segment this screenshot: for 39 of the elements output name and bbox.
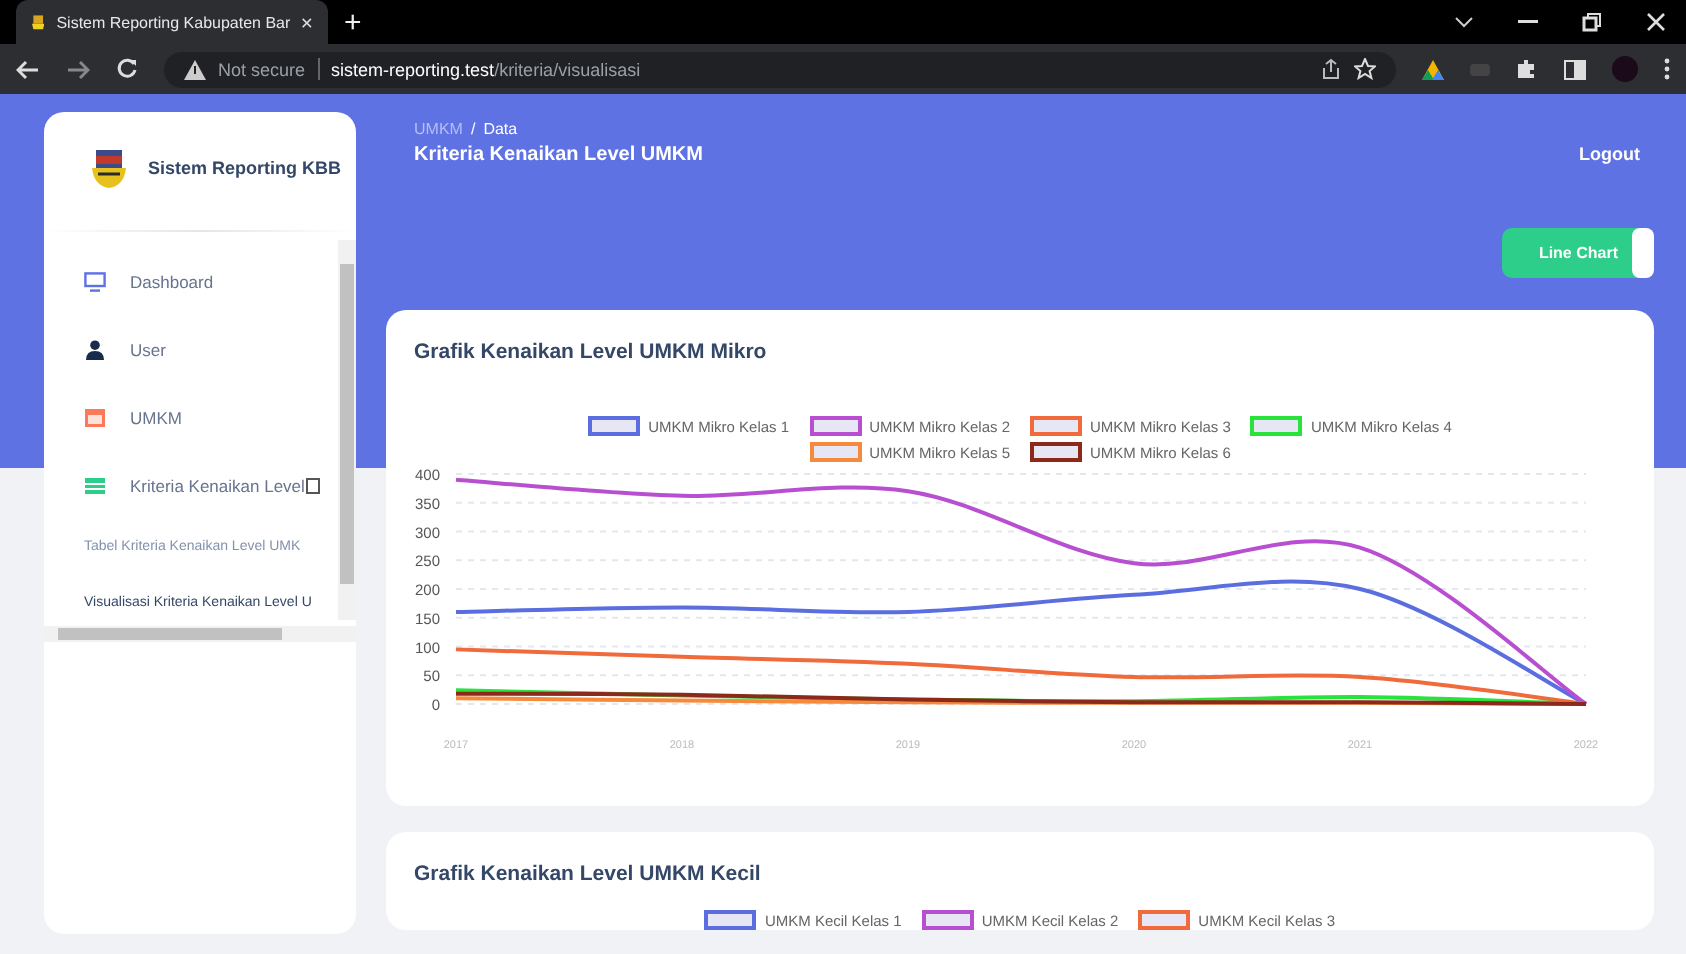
emblem-icon (32, 11, 45, 33)
more-icon[interactable] (1664, 58, 1670, 80)
breadcrumb-separator: / (470, 120, 476, 138)
table-icon (84, 476, 106, 496)
vertical-scrollbar[interactable] (338, 240, 356, 620)
nav-item[interactable]: UMKM (44, 384, 338, 452)
address-field[interactable]: Not secure sistem-reporting.test/kriteria/visualisasi (164, 51, 1396, 87)
nav-item[interactable]: Kriteria Kenaikan Level (44, 452, 338, 520)
emblem-icon (92, 149, 126, 187)
tab-title: Sistem Reporting Kabupaten Bar (56, 13, 291, 31)
calendar-icon (84, 408, 106, 428)
security-label: Not secure (218, 59, 306, 79)
restore-icon[interactable] (1582, 12, 1602, 32)
new-tab-button[interactable]: + (344, 5, 362, 39)
browser-tab[interactable]: Sistem Reporting Kabupaten Bar (16, 0, 328, 44)
close-icon[interactable] (302, 15, 312, 29)
nav-item[interactable]: User (44, 316, 338, 384)
share-icon[interactable] (1320, 58, 1342, 80)
puzzle-icon[interactable] (1516, 58, 1538, 80)
chart-title: Grafik Kenaikan Level UMKM Kecil (414, 862, 763, 886)
url-text: sistem-reporting.test/kriteria/visualisasi (331, 59, 641, 79)
triangle-icon[interactable] (1422, 59, 1444, 79)
brand-name: Sistem Reporting KBB (148, 158, 342, 178)
minimize-icon[interactable] (1518, 20, 1538, 24)
user-icon (84, 340, 106, 360)
close-icon[interactable] (1646, 12, 1666, 32)
nav-item[interactable]: Dashboard (44, 248, 338, 316)
star-icon[interactable] (1354, 58, 1376, 80)
monitor-icon (84, 272, 106, 292)
back-icon[interactable] (16, 59, 40, 79)
logout-link[interactable]: Logout (1579, 144, 1640, 166)
page-title: Kriteria Kenaikan Level UMKM (414, 144, 703, 166)
forward-icon[interactable] (66, 59, 90, 79)
chevron-down-icon[interactable] (1454, 16, 1474, 28)
reload-icon[interactable] (116, 58, 138, 80)
sidebar-icon[interactable] (1564, 59, 1586, 79)
horizontal-scrollbar[interactable] (44, 626, 356, 642)
warning-icon (184, 59, 206, 79)
chart-title: Grafik Kenaikan Level UMKM Mikro (414, 340, 769, 364)
